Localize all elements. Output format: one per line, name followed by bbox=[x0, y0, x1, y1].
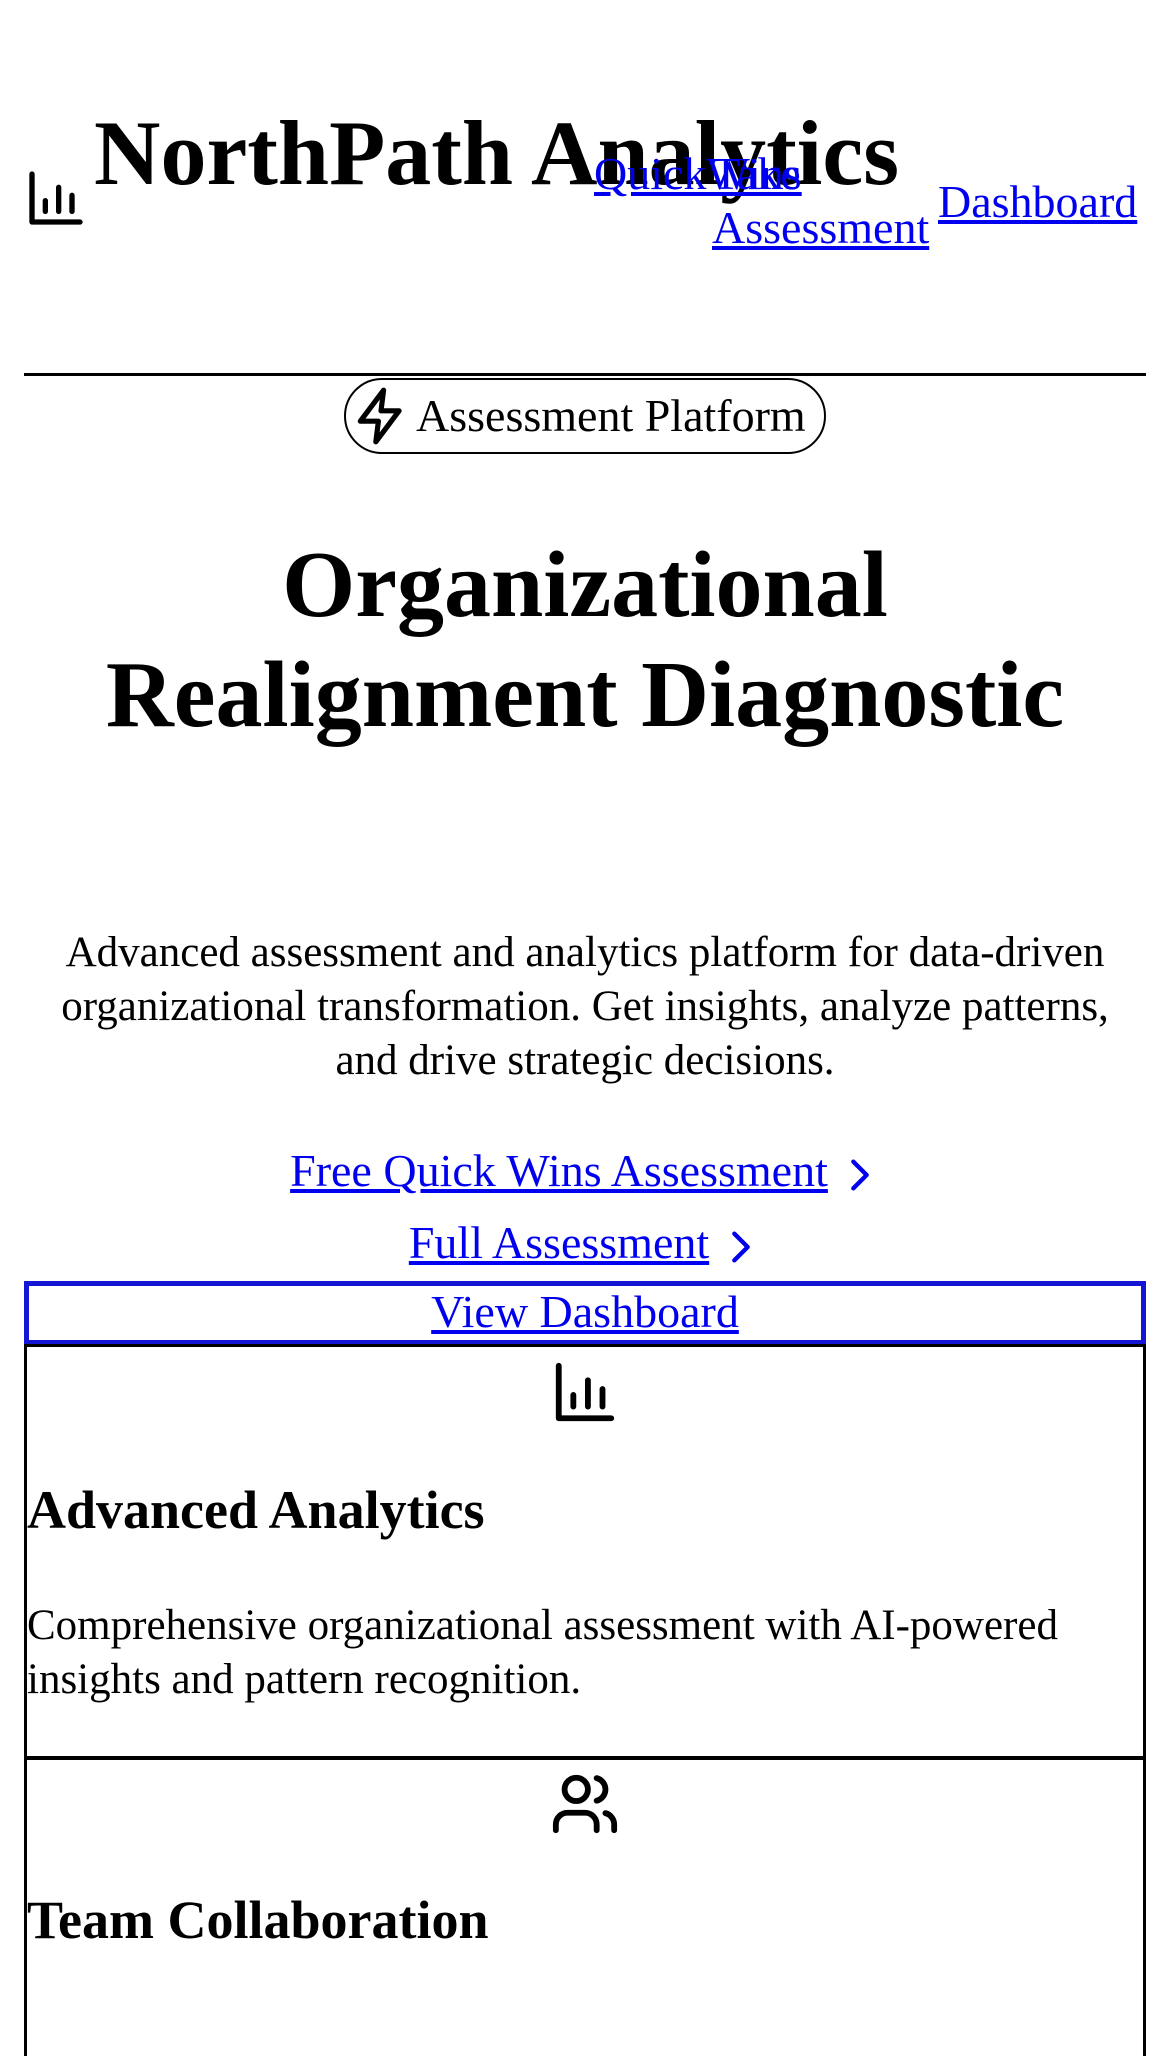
hero-description: Advanced assessment and analytics platfo… bbox=[61, 929, 1109, 1084]
feature-description: Comprehensive organizational assessment … bbox=[27, 1602, 1058, 1703]
site-header: NorthPath Analytics QuickWins Take Asses… bbox=[24, 0, 1146, 376]
lightning-icon bbox=[357, 387, 402, 445]
feature-card-analytics: Advanced Analytics Comprehensive organiz… bbox=[24, 1344, 1146, 1760]
hero-title: Organizational Realignment Diagnostic bbox=[105, 533, 1065, 747]
nav-link-quickwins[interactable]: QuickWins bbox=[594, 147, 802, 201]
full-assessment-link[interactable]: Full Assessment bbox=[409, 1217, 709, 1268]
chevron-right-icon bbox=[851, 1159, 869, 1191]
platform-badge: Assessment Platform bbox=[344, 378, 826, 454]
feature-card-collaboration: Team Collaboration bbox=[24, 1756, 1146, 2056]
view-dashboard-button[interactable]: View Dashboard bbox=[24, 1281, 1146, 1345]
badge-label: Assessment Platform bbox=[416, 390, 806, 441]
feature-title: Team Collaboration bbox=[27, 1890, 489, 1950]
users-icon bbox=[552, 1774, 618, 1834]
nav-link-take-assessment[interactable]: Take Assessment bbox=[712, 147, 948, 255]
view-dashboard-link[interactable]: View Dashboard bbox=[431, 1286, 739, 1337]
quick-wins-cta: Free Quick Wins Assessment bbox=[0, 1144, 1170, 1198]
feature-title: Advanced Analytics bbox=[27, 1480, 485, 1540]
full-assessment-cta: Full Assessment bbox=[0, 1216, 1170, 1270]
bar-chart-icon bbox=[555, 1362, 615, 1422]
main-nav: QuickWins Take Assessment Dashboard bbox=[594, 147, 1146, 257]
quick-wins-assessment-link[interactable]: Free Quick Wins Assessment bbox=[290, 1145, 828, 1196]
bar-chart-icon bbox=[29, 171, 83, 225]
chevron-right-icon bbox=[732, 1231, 750, 1263]
nav-link-dashboard[interactable]: Dashboard bbox=[938, 175, 1137, 229]
